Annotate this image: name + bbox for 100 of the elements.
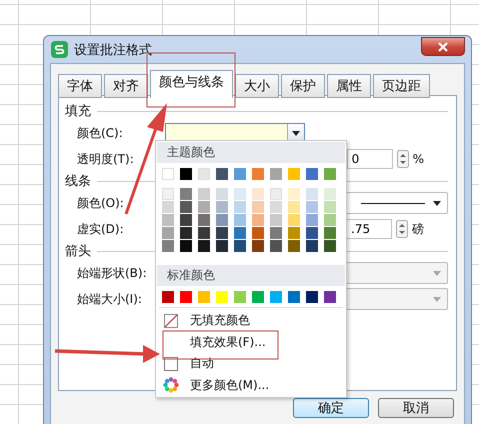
tab[interactable]: 字体: [58, 74, 102, 98]
tab[interactable]: 颜色与线条: [150, 70, 233, 98]
color-swatch[interactable]: [306, 188, 318, 200]
color-swatch[interactable]: [180, 200, 192, 213]
tab[interactable]: 保护: [281, 74, 325, 98]
unit-label: 磅: [412, 220, 424, 238]
dialog-button[interactable]: 确定: [293, 398, 369, 418]
color-swatch[interactable]: [288, 290, 300, 303]
menu-heading: 主题颜色: [157, 142, 345, 163]
color-wheel-icon: [163, 377, 179, 394]
color-swatch[interactable]: [234, 168, 246, 180]
dialog-button[interactable]: 取消: [378, 398, 454, 418]
number-field[interactable]: 0: [346, 149, 393, 169]
color-swatch[interactable]: [270, 168, 282, 180]
color-swatch[interactable]: [270, 214, 282, 226]
color-swatch[interactable]: [324, 226, 336, 239]
color-swatch[interactable]: [162, 200, 174, 213]
color-swatch[interactable]: [270, 240, 282, 252]
color-swatch[interactable]: [270, 200, 282, 213]
menu-item[interactable]: 填充效果(F)...: [157, 331, 345, 353]
color-swatch[interactable]: [270, 290, 282, 303]
menu-item[interactable]: 更多颜色(M)...: [157, 374, 345, 396]
color-swatch[interactable]: [162, 290, 174, 303]
color-swatch[interactable]: [324, 240, 336, 252]
color-swatch[interactable]: [252, 226, 264, 239]
color-swatch[interactable]: [216, 168, 228, 180]
field-label: 颜色(C):: [77, 124, 124, 142]
color-swatch[interactable]: [234, 290, 246, 303]
color-swatch[interactable]: [288, 240, 300, 252]
color-swatch[interactable]: [198, 200, 210, 213]
color-swatch[interactable]: [198, 226, 210, 239]
color-swatch[interactable]: [198, 240, 210, 252]
menu-item[interactable]: 无填充颜色: [157, 310, 345, 332]
caret-icon: [433, 270, 441, 276]
tab[interactable]: 大小: [235, 74, 279, 98]
tab[interactable]: 页边距: [373, 74, 430, 98]
field-label: 透明度(T):: [77, 150, 135, 168]
color-swatch[interactable]: [216, 188, 228, 200]
color-swatch[interactable]: [198, 188, 210, 200]
color-swatch[interactable]: [234, 214, 246, 226]
color-swatch[interactable]: [180, 226, 192, 239]
color-swatch[interactable]: [216, 226, 228, 239]
color-swatch[interactable]: [306, 168, 318, 180]
color-swatch[interactable]: [252, 290, 264, 303]
color-swatch[interactable]: [324, 188, 336, 200]
color-swatch[interactable]: [306, 240, 318, 252]
color-swatch[interactable]: [324, 168, 336, 180]
color-swatch[interactable]: [198, 290, 210, 303]
color-swatch[interactable]: [306, 214, 318, 226]
tab[interactable]: 属性: [327, 74, 371, 98]
color-swatch[interactable]: [252, 168, 264, 180]
color-swatch[interactable]: [288, 214, 300, 226]
color-swatch[interactable]: [270, 226, 282, 239]
color-swatch[interactable]: [288, 168, 300, 180]
color-swatch[interactable]: [252, 200, 264, 213]
color-swatch[interactable]: [288, 200, 300, 213]
color-swatch[interactable]: [270, 188, 282, 200]
color-swatch[interactable]: [234, 240, 246, 252]
color-swatch[interactable]: [180, 214, 192, 226]
color-swatch[interactable]: [324, 214, 336, 226]
caret-icon: [433, 200, 441, 206]
field-label: 始端形状(B):: [77, 264, 148, 282]
color-swatch[interactable]: [216, 200, 228, 213]
color-swatch[interactable]: [180, 240, 192, 252]
color-swatch[interactable]: [234, 188, 246, 200]
color-swatch[interactable]: [162, 188, 174, 200]
color-swatch[interactable]: [180, 188, 192, 200]
color-swatch[interactable]: [162, 226, 174, 239]
color-swatch[interactable]: [162, 240, 174, 252]
field-label: 颜色(O):: [77, 194, 125, 212]
color-swatch[interactable]: [252, 240, 264, 252]
color-swatch[interactable]: [180, 168, 192, 180]
tab[interactable]: 对齐: [104, 74, 148, 98]
color-swatch[interactable]: [234, 200, 246, 213]
color-swatch[interactable]: [198, 168, 210, 180]
color-swatch[interactable]: [324, 200, 336, 213]
spinner-icon[interactable]: [396, 220, 408, 238]
menu-heading: 标准颜色: [157, 265, 345, 286]
color-swatch[interactable]: [234, 226, 246, 239]
color-swatch[interactable]: [180, 290, 192, 303]
color-swatch[interactable]: [216, 290, 228, 303]
color-swatch[interactable]: [288, 188, 300, 200]
close-button[interactable]: [421, 37, 465, 56]
color-swatch[interactable]: [162, 168, 174, 180]
color-swatch[interactable]: [306, 290, 318, 303]
spinner-icon[interactable]: [396, 150, 409, 168]
color-swatch[interactable]: [162, 214, 174, 226]
color-swatch[interactable]: [216, 240, 228, 252]
app-icon: [51, 41, 68, 58]
field-label: 始端大小(I):: [77, 290, 143, 308]
color-swatch[interactable]: [198, 214, 210, 226]
color-swatch[interactable]: [252, 214, 264, 226]
color-swatch[interactable]: [324, 290, 336, 303]
color-swatch[interactable]: [216, 214, 228, 226]
color-swatch[interactable]: [306, 200, 318, 213]
square-icon: [163, 356, 179, 372]
number-field[interactable]: .75: [346, 219, 392, 239]
color-swatch[interactable]: [288, 226, 300, 239]
color-swatch[interactable]: [252, 188, 264, 200]
color-swatch[interactable]: [306, 226, 318, 239]
